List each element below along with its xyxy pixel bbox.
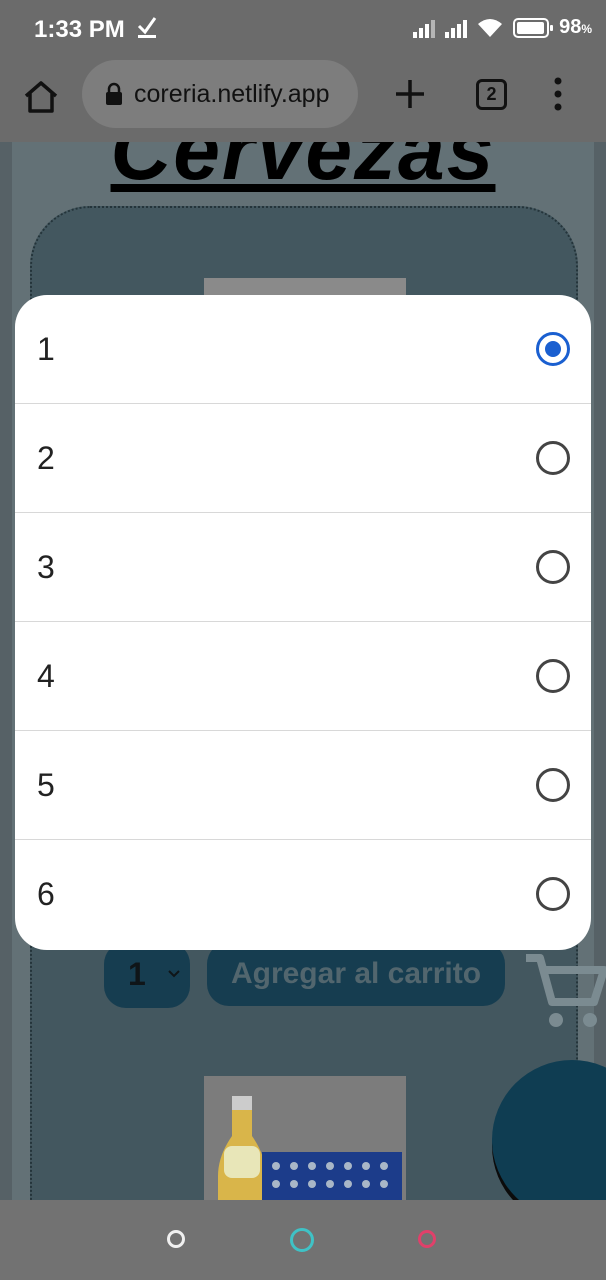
radio-checked-icon[interactable]: [536, 332, 570, 366]
radio-unchecked-icon[interactable]: [536, 550, 570, 584]
nav-home-icon[interactable]: [167, 1230, 185, 1248]
lock-icon: [106, 82, 122, 105]
plus-icon[interactable]: [392, 76, 428, 112]
option-6[interactable]: 6: [15, 840, 591, 949]
more-vert-icon[interactable]: [548, 76, 568, 112]
quantity-select[interactable]: 1: [104, 942, 190, 1008]
status-time: 1:33 PM: [34, 16, 125, 43]
option-label: 3: [37, 549, 55, 585]
radio-unchecked-icon[interactable]: [536, 659, 570, 693]
status-bar: 1:33 PM 98%: [0, 0, 606, 60]
tabs-icon[interactable]: 2: [476, 79, 507, 110]
option-1[interactable]: 1: [15, 295, 591, 404]
system-nav-bar: [0, 1200, 606, 1280]
product-image: [204, 1076, 406, 1200]
page-title: Cervezas: [110, 142, 496, 197]
option-label: 2: [37, 440, 55, 476]
nav-recents-icon[interactable]: [290, 1228, 314, 1252]
battery-level: 98%: [559, 16, 592, 38]
signal-icon: [413, 18, 436, 38]
option-5[interactable]: 5: [15, 731, 591, 840]
page-edge: [0, 142, 12, 1200]
option-4[interactable]: 4: [15, 622, 591, 731]
signal-icon: [445, 18, 468, 38]
option-2[interactable]: 2: [15, 404, 591, 513]
beer-bottle-image: [218, 1096, 266, 1200]
option-label: 6: [37, 876, 55, 912]
home-icon[interactable]: [22, 78, 60, 116]
shopping-cart-icon[interactable]: [524, 952, 606, 1034]
option-label: 5: [37, 767, 55, 803]
quantity-options-dialog: 1 2 3 4 5 6: [15, 295, 591, 950]
radio-unchecked-icon[interactable]: [536, 441, 570, 475]
download-done-icon: [136, 14, 158, 47]
wifi-icon: [478, 18, 503, 37]
battery-icon: [513, 17, 554, 38]
page-edge: [594, 142, 606, 1200]
option-label: 4: [37, 658, 55, 694]
beer-crate-image: [262, 1152, 402, 1200]
status-icons: 98%: [413, 16, 592, 39]
radio-unchecked-icon[interactable]: [536, 768, 570, 802]
add-to-cart-button[interactable]: Agregar al carrito: [207, 942, 505, 1006]
option-3[interactable]: 3: [15, 513, 591, 622]
option-label: 1: [37, 331, 55, 367]
url-text: coreria.netlify.app: [134, 80, 330, 108]
url-bar[interactable]: coreria.netlify.app: [82, 60, 358, 128]
nav-back-icon[interactable]: [418, 1230, 436, 1248]
radio-unchecked-icon[interactable]: [536, 877, 570, 911]
chevron-down-icon: [168, 970, 180, 978]
browser-toolbar: coreria.netlify.app 2: [0, 60, 606, 142]
quantity-value: 1: [128, 956, 146, 992]
